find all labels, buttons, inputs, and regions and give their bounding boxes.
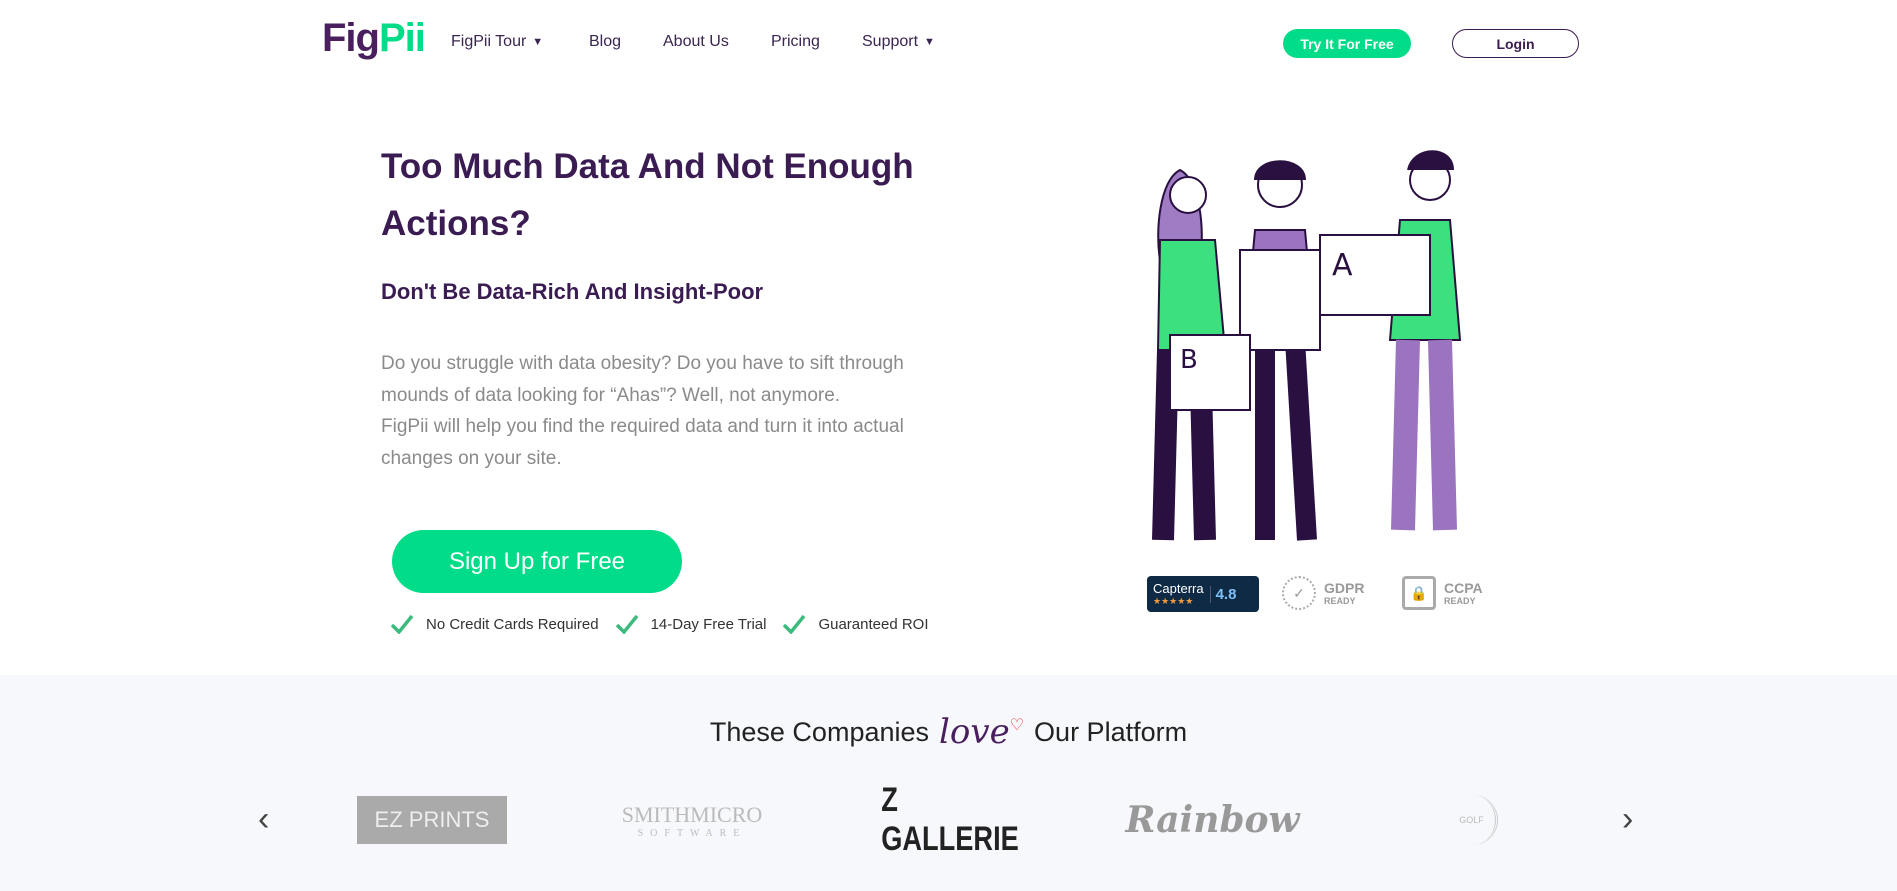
phone-lock-icon: 🔒: [1402, 576, 1436, 610]
zgallerie-logo: Z GALLERIE: [881, 781, 1019, 858]
heart-icon: ♡: [1009, 717, 1025, 734]
hero-description: Do you struggle with data obesity? Do yo…: [381, 353, 904, 469]
chevron-down-icon: ▼: [532, 36, 544, 48]
nav-blog[interactable]: Blog: [589, 33, 621, 51]
nav-support[interactable]: Support ▼: [862, 33, 935, 51]
eu-stars-check-icon: ✓: [1282, 576, 1316, 610]
try-for-free-button[interactable]: Try It For Free: [1283, 29, 1411, 58]
nav-figpii-tour[interactable]: FigPii Tour ▼: [451, 33, 543, 51]
nav-pricing[interactable]: Pricing: [771, 33, 820, 51]
carousel-next-button[interactable]: ›: [1622, 800, 1633, 839]
nav-about-us[interactable]: About Us: [663, 33, 729, 51]
sign-up-button[interactable]: Sign Up for Free: [392, 530, 682, 593]
check-icon: [390, 614, 414, 634]
companies-heading: These Companies love ♡ Our Platform: [709, 712, 1188, 752]
gdpr-badge: ✓ GDPR READY: [1282, 576, 1364, 610]
svg-text:A: A: [1332, 248, 1353, 283]
golf-logo: GOLF: [1448, 795, 1498, 845]
benefits-list: No Credit Cards Required 14-Day Free Tri…: [390, 614, 929, 634]
check-icon: [615, 614, 638, 634]
ezprints-logo: EZ PRINTS: [357, 796, 507, 844]
star-rating: ★★★★★: [1153, 596, 1194, 606]
hero-illustration: A B: [1152, 150, 1462, 541]
rainbow-logo: Rainbow: [1125, 799, 1300, 841]
hero-subtitle: Don't Be Data-Rich And Insight-Poor: [381, 279, 764, 304]
figpii-logo[interactable]: FigPii: [322, 16, 426, 61]
smithmicro-logo: SMITHMICRO SOFTWARE: [621, 801, 763, 839]
chevron-down-icon: ▼: [924, 36, 935, 48]
carousel-prev-button[interactable]: ‹: [258, 800, 269, 839]
hero-title: Too Much Data And Not Enough Actions?: [381, 147, 914, 243]
check-icon: [783, 614, 806, 634]
svg-text:B: B: [1180, 345, 1198, 375]
capterra-badge: Capterra ★★★★★ 4.8: [1147, 576, 1259, 612]
login-button[interactable]: Login: [1452, 29, 1579, 58]
ccpa-badge: 🔒 CCPA READY: [1402, 576, 1483, 610]
